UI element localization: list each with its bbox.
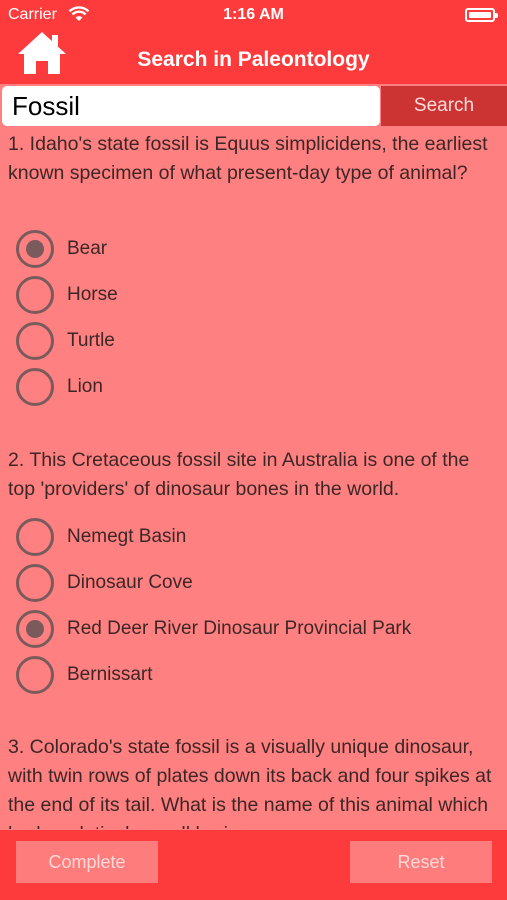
page-title: Search in Paleontology bbox=[137, 48, 370, 71]
question-text: 1. Idaho's state fossil is Equus simplic… bbox=[8, 133, 488, 184]
option-turtle[interactable]: Turtle bbox=[16, 321, 486, 361]
search-input[interactable] bbox=[2, 86, 380, 126]
radio-icon[interactable] bbox=[16, 656, 54, 694]
question-text: 3. Colorado's state fossil is a visually… bbox=[8, 736, 492, 829]
battery-icon bbox=[465, 8, 498, 22]
radio-icon[interactable] bbox=[16, 276, 54, 314]
option-label: Nemegt Basin bbox=[67, 526, 187, 547]
option-label: Red Deer River Dinosaur Provincial Park bbox=[67, 618, 412, 639]
option-label: Bear bbox=[67, 238, 108, 259]
option-label: Turtle bbox=[67, 330, 115, 351]
option-horse[interactable]: Horse bbox=[16, 275, 486, 315]
option-red-deer-river[interactable]: Red Deer River Dinosaur Provincial Park bbox=[16, 609, 486, 649]
search-button[interactable]: Search bbox=[381, 86, 507, 126]
option-label: Horse bbox=[67, 284, 118, 305]
status-time: 1:16 AM bbox=[223, 6, 284, 23]
footer-bar: Complete Reset bbox=[0, 830, 507, 900]
question-list[interactable]: 1. Idaho's state fossil is Equus simplic… bbox=[0, 127, 507, 829]
radio-selected-icon[interactable] bbox=[16, 610, 54, 648]
radio-selected-icon[interactable] bbox=[16, 230, 54, 268]
option-label: Lion bbox=[67, 376, 103, 397]
radio-icon[interactable] bbox=[16, 322, 54, 360]
header-bar: Carrier 1:16 AM Search in Paleontology bbox=[0, 0, 507, 84]
radio-icon[interactable] bbox=[16, 518, 54, 556]
reset-button[interactable]: Reset bbox=[350, 841, 492, 883]
complete-button[interactable]: Complete bbox=[16, 841, 158, 883]
option-lion[interactable]: Lion bbox=[16, 367, 486, 407]
option-bear[interactable]: Bear bbox=[16, 229, 486, 269]
question-text: 2. This Cretaceous fossil site in Austra… bbox=[8, 449, 470, 500]
option-nemegt-basin[interactable]: Nemegt Basin bbox=[16, 517, 486, 557]
option-label: Dinosaur Cove bbox=[67, 572, 193, 593]
status-bar: Carrier 1:16 AM bbox=[0, 0, 507, 30]
option-bernissart[interactable]: Bernissart bbox=[16, 655, 486, 695]
radio-icon[interactable] bbox=[16, 368, 54, 406]
radio-icon[interactable] bbox=[16, 564, 54, 602]
option-label: Bernissart bbox=[67, 664, 153, 685]
option-dinosaur-cove[interactable]: Dinosaur Cove bbox=[16, 563, 486, 603]
